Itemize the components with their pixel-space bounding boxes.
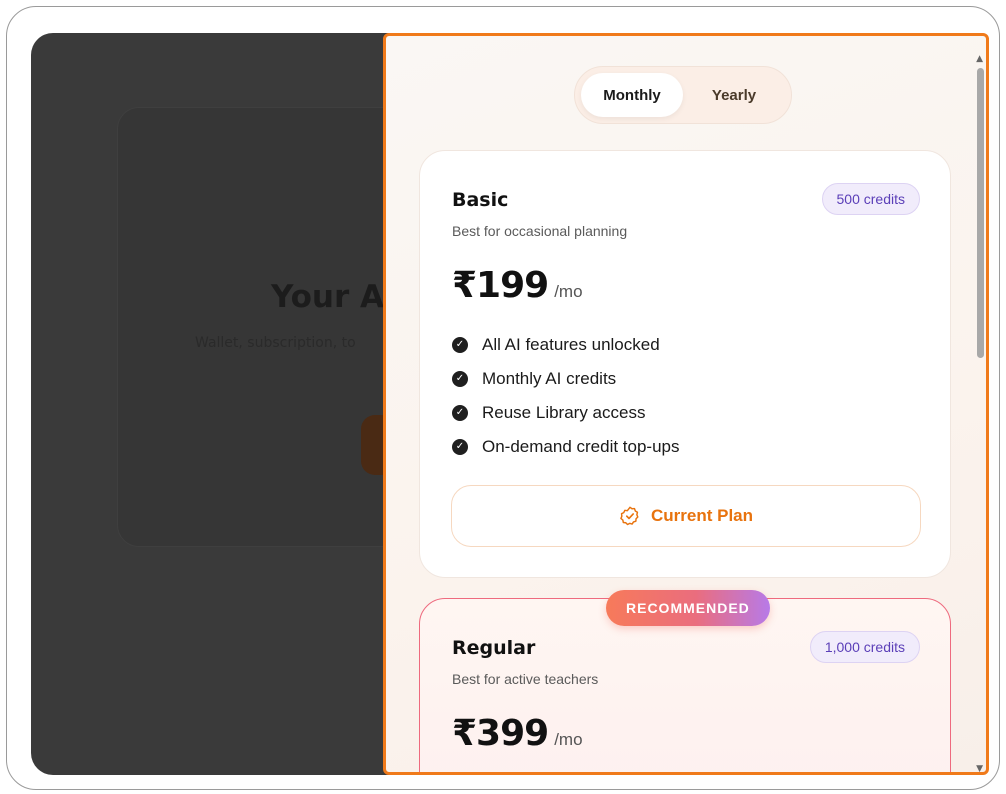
check-circle-icon: ✓ (452, 405, 468, 421)
plan-description: Best for active teachers (452, 671, 599, 687)
credits-badge: 500 credits (821, 183, 920, 215)
price-row: ₹399 /mo (452, 713, 918, 754)
background-page-subtitle: Wallet, subscription, to (195, 335, 356, 351)
dimmed-background-page: Your A Wallet, subscription, to (31, 33, 411, 775)
pricing-panel: Monthly Yearly Basic Best for occasional… (383, 33, 989, 775)
toggle-yearly[interactable]: Yearly (683, 73, 785, 117)
feature-item: ✓ Reuse Library access (452, 396, 918, 430)
check-circle-icon: ✓ (452, 337, 468, 353)
credits-badge: 1,000 credits (809, 631, 920, 663)
recommended-badge: RECOMMENDED (606, 590, 770, 626)
plan-price: ₹199 (452, 265, 549, 306)
current-plan-button[interactable]: Current Plan (451, 485, 921, 547)
scrollbar[interactable]: ▲ ▼ (976, 54, 984, 772)
plan-price: ₹399 (452, 713, 549, 754)
check-circle-icon: ✓ (452, 439, 468, 455)
check-circle-icon: ✓ (452, 371, 468, 387)
toggle-monthly[interactable]: Monthly (581, 73, 683, 117)
verified-badge-icon (620, 506, 639, 526)
price-period: /mo (554, 282, 583, 301)
plan-card-basic: Basic Best for occasional planning 500 c… (419, 150, 951, 578)
window-frame: Your A Wallet, subscription, to Monthly … (6, 6, 1000, 790)
feature-label: All AI features unlocked (482, 335, 660, 354)
scroll-down-arrow-icon[interactable]: ▼ (976, 764, 983, 772)
price-period: /mo (554, 730, 583, 749)
plan-description: Best for occasional planning (452, 223, 628, 239)
feature-item: ✓ On-demand credit top-ups (452, 430, 918, 464)
feature-label: On-demand credit top-ups (482, 437, 680, 456)
feature-label: Monthly AI credits (482, 369, 617, 388)
feature-item: ✓ All AI features unlocked (452, 328, 918, 362)
scrollbar-thumb[interactable] (977, 68, 984, 358)
current-plan-label: Current Plan (650, 506, 754, 525)
price-row: ₹199 /mo (452, 265, 918, 306)
feature-label: Reuse Library access (482, 403, 646, 422)
background-card (117, 107, 411, 547)
scroll-up-arrow-icon[interactable]: ▲ (976, 54, 983, 64)
billing-toggle: Monthly Yearly (574, 66, 792, 124)
feature-list: ✓ All AI features unlocked ✓ Monthly AI … (452, 328, 918, 464)
background-page-title: Your A (271, 279, 385, 315)
feature-item: ✓ Monthly AI credits (452, 362, 918, 396)
